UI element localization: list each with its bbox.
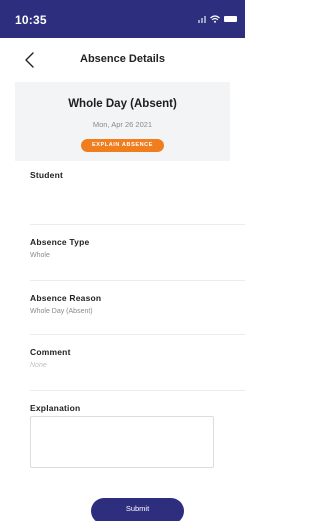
explanation-textarea[interactable] xyxy=(30,416,214,468)
student-field: Student xyxy=(30,170,245,225)
wifi-icon xyxy=(210,15,220,23)
student-label: Student xyxy=(30,170,64,180)
comment-field: Comment None xyxy=(30,335,245,391)
battery-icon xyxy=(224,16,237,22)
comment-label: Comment xyxy=(30,347,71,357)
page-title: Absence Details xyxy=(80,53,165,65)
absence-type-value: Whole xyxy=(30,252,50,259)
absence-type-label: Absence Type xyxy=(30,237,90,247)
status-bar: 10:35 xyxy=(0,0,245,38)
comment-value: None xyxy=(30,362,47,369)
absence-date: Mon, Apr 26 2021 xyxy=(92,120,153,129)
absence-summary-card: Whole Day (Absent) Mon, Apr 26 2021 EXPL… xyxy=(15,82,230,161)
absence-type-field: Absence Type Whole xyxy=(30,225,245,281)
absence-title: Whole Day (Absent) xyxy=(68,98,177,110)
absence-reason-field: Absence Reason Whole Day (Absent) xyxy=(30,281,245,335)
nav-bar: Absence Details xyxy=(0,38,245,82)
explanation-label: Explanation xyxy=(30,403,81,413)
signal-icon xyxy=(198,15,206,23)
absence-reason-label: Absence Reason xyxy=(30,293,102,303)
status-icons xyxy=(198,14,237,24)
absence-reason-value: Whole Day (Absent) xyxy=(30,308,93,315)
explain-absence-button[interactable]: EXPLAIN ABSENCE xyxy=(81,139,164,152)
submit-button[interactable]: Submit xyxy=(91,498,184,521)
status-time: 10:35 xyxy=(15,13,47,27)
